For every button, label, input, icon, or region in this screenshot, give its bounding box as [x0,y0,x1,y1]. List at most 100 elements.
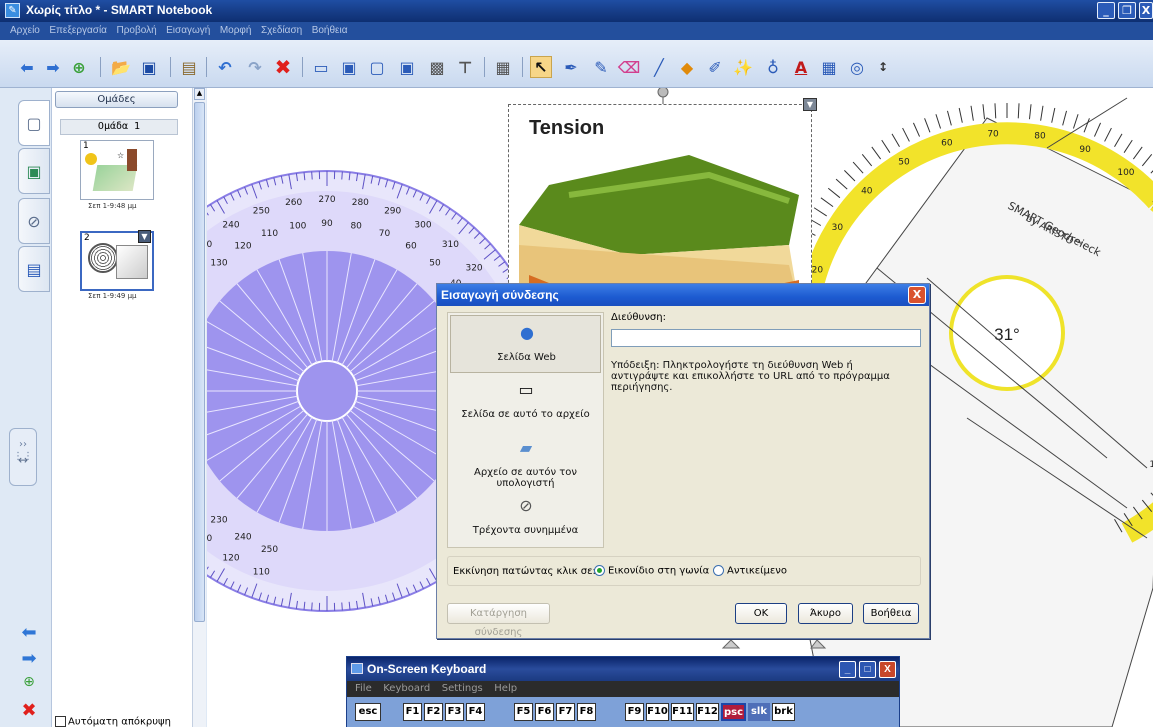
gallery-tab[interactable]: ▣ [18,148,50,194]
back-arrow-icon[interactable]: ⬅ [16,56,38,78]
magic-pen-icon[interactable]: ✨ [732,56,754,78]
osk-menu-help[interactable]: Help [486,681,517,694]
globe-icon: ● [520,323,534,342]
menu-edit[interactable]: Επεξεργασία [46,22,110,36]
key-psc[interactable]: psc [721,703,746,721]
osk-menu-settings[interactable]: Settings [434,681,483,694]
help-button[interactable]: Βοήθεια [863,603,919,624]
menu-insert[interactable]: Εισαγωγή [163,22,213,36]
screen-shade-icon[interactable]: ▭ [310,56,332,78]
key-slk[interactable]: slk [748,703,770,721]
creative-pen-icon[interactable]: ✎ [590,56,612,78]
properties-tab[interactable]: ▤ [18,246,50,292]
key-f8[interactable]: F8 [577,703,596,721]
eraser-icon[interactable]: ⌫ [618,56,641,78]
ok-button[interactable]: OK [735,603,787,624]
delete-icon[interactable]: ✖ [272,55,294,79]
open-folder-icon[interactable]: 📂 [110,56,132,78]
select-pointer-icon[interactable]: ↖ [530,56,552,78]
previous-page-arrow-icon[interactable]: ⬅ [18,622,40,643]
monitor-icon[interactable]: ▢ [366,56,388,78]
key-f5[interactable]: F5 [514,703,533,721]
menu-help[interactable]: Βοήθεια [309,22,351,36]
key-f6[interactable]: F6 [535,703,554,721]
next-page-arrow-icon[interactable]: ➡ [18,648,40,669]
pen-icon[interactable]: ✒ [560,56,582,78]
geodreieck-tick [1132,146,1143,160]
page-menu-arrow-icon[interactable]: ▼ [138,230,151,243]
screen-capture-icon[interactable]: ▩ [426,56,448,78]
fill-icon[interactable]: ♁ [762,56,784,78]
key-f9[interactable]: F9 [625,703,644,721]
scroll-thumb[interactable] [194,102,205,622]
object-menu-arrow-icon[interactable]: ▼ [803,98,817,111]
text-icon[interactable]: A [790,56,812,78]
add-page-icon[interactable]: ⊕ [18,674,40,694]
key-f10[interactable]: F10 [646,703,669,721]
key-f3[interactable]: F3 [445,703,464,721]
key-brk[interactable]: brk [772,703,795,721]
address-input[interactable] [611,329,921,347]
page-thumbnail-1[interactable]: 1 ☆ [80,140,154,200]
osk-maximize-button[interactable]: □ [859,661,876,678]
add-page-icon[interactable]: ⊕ [68,56,90,78]
link-option-web-page[interactable]: ● Σελίδα Web [450,315,601,373]
move-toolbar-icon[interactable]: ↕ [872,56,894,78]
undo-icon[interactable]: ↶ [214,56,236,78]
properties-icon[interactable]: ▦ [818,56,840,78]
menu-format[interactable]: Μορφή [217,22,255,36]
osk-menu-file[interactable]: File [347,681,372,694]
menu-view[interactable]: Προβολή [113,22,159,36]
osk-key-row: esc F1 F2 F3 F4 F5 F6 F7 F8 F9 F10 F11 F… [347,697,899,727]
shapes-icon[interactable]: ◆ [676,56,698,78]
resize-arrows-icon[interactable]: ↔ [18,453,28,467]
link-option-file-on-computer[interactable]: ▰ Αρχείο σε αυτόν τον υπολογιστή [450,431,601,489]
checkbox-box[interactable] [55,716,66,727]
delete-page-icon[interactable]: ✖ [18,700,40,721]
document-camera-icon[interactable]: ⊤ [454,56,476,78]
restore-button[interactable]: ❐ [1118,2,1136,19]
radio-corner-icon[interactable]: Εικονίδιο στη γωνία [594,565,709,577]
key-f4[interactable]: F4 [466,703,485,721]
autohide-checkbox[interactable]: Αυτόματη απόκρυψη [55,716,171,727]
menu-file[interactable]: Αρχείο [0,22,43,36]
page-sorter-tab[interactable]: ▢ [18,100,50,146]
osk-close-button[interactable]: X [879,661,896,678]
radio-object[interactable]: Αντικείμενο [713,565,787,577]
sorter-scrollbar[interactable]: ▲ [192,88,206,727]
osk-minimize-button[interactable]: _ [839,661,856,678]
protractor-outer-label: 240 [222,221,239,231]
attachments-tab[interactable]: ⊘ [18,198,50,244]
key-f11[interactable]: F11 [671,703,694,721]
dialog-close-button[interactable]: X [908,286,926,304]
dual-page-icon[interactable]: ▣ [396,56,418,78]
key-f2[interactable]: F2 [424,703,443,721]
key-f1[interactable]: F1 [403,703,422,721]
radio-dot[interactable] [594,565,605,576]
groups-button[interactable]: Ομάδες [55,91,178,108]
line-icon[interactable]: ╱ [648,56,670,78]
radio-dot[interactable] [713,565,724,576]
key-f7[interactable]: F7 [556,703,575,721]
minimize-button[interactable]: _ [1097,2,1115,19]
link-option-current-attachments[interactable]: ⊘ Τρέχοντα συνημμένα [450,489,601,547]
key-esc[interactable]: esc [355,703,381,721]
display-icon[interactable]: ▣ [338,56,360,78]
close-window-button[interactable]: X [1139,2,1153,19]
dialog-title: Εισαγωγή σύνδεσης [437,284,929,306]
geodreieck-tick [1051,107,1056,123]
save-icon[interactable]: ▣ [138,56,160,78]
shape-recognition-pen-icon[interactable]: ✐ [704,56,726,78]
forward-arrow-icon[interactable]: ➡ [42,56,64,78]
scroll-up-icon[interactable]: ▲ [194,88,205,100]
link-option-page-in-file[interactable]: ▭ Σελίδα σε αυτό το αρχείο [450,373,601,431]
table-icon[interactable]: ▦ [492,56,514,78]
key-f12[interactable]: F12 [696,703,719,721]
cancel-button[interactable]: Άκυρο [798,603,853,624]
osk-menu-keyboard[interactable]: Keyboard [375,681,430,694]
paste-icon[interactable]: ▤ [178,56,200,78]
remove-link-button[interactable]: Κατάργηση σύνδεσης [447,603,550,638]
redo-icon[interactable]: ↷ [244,56,266,78]
measurement-tools-icon[interactable]: ◎ [846,56,868,78]
menu-draw[interactable]: Σχεδίαση [258,22,305,36]
